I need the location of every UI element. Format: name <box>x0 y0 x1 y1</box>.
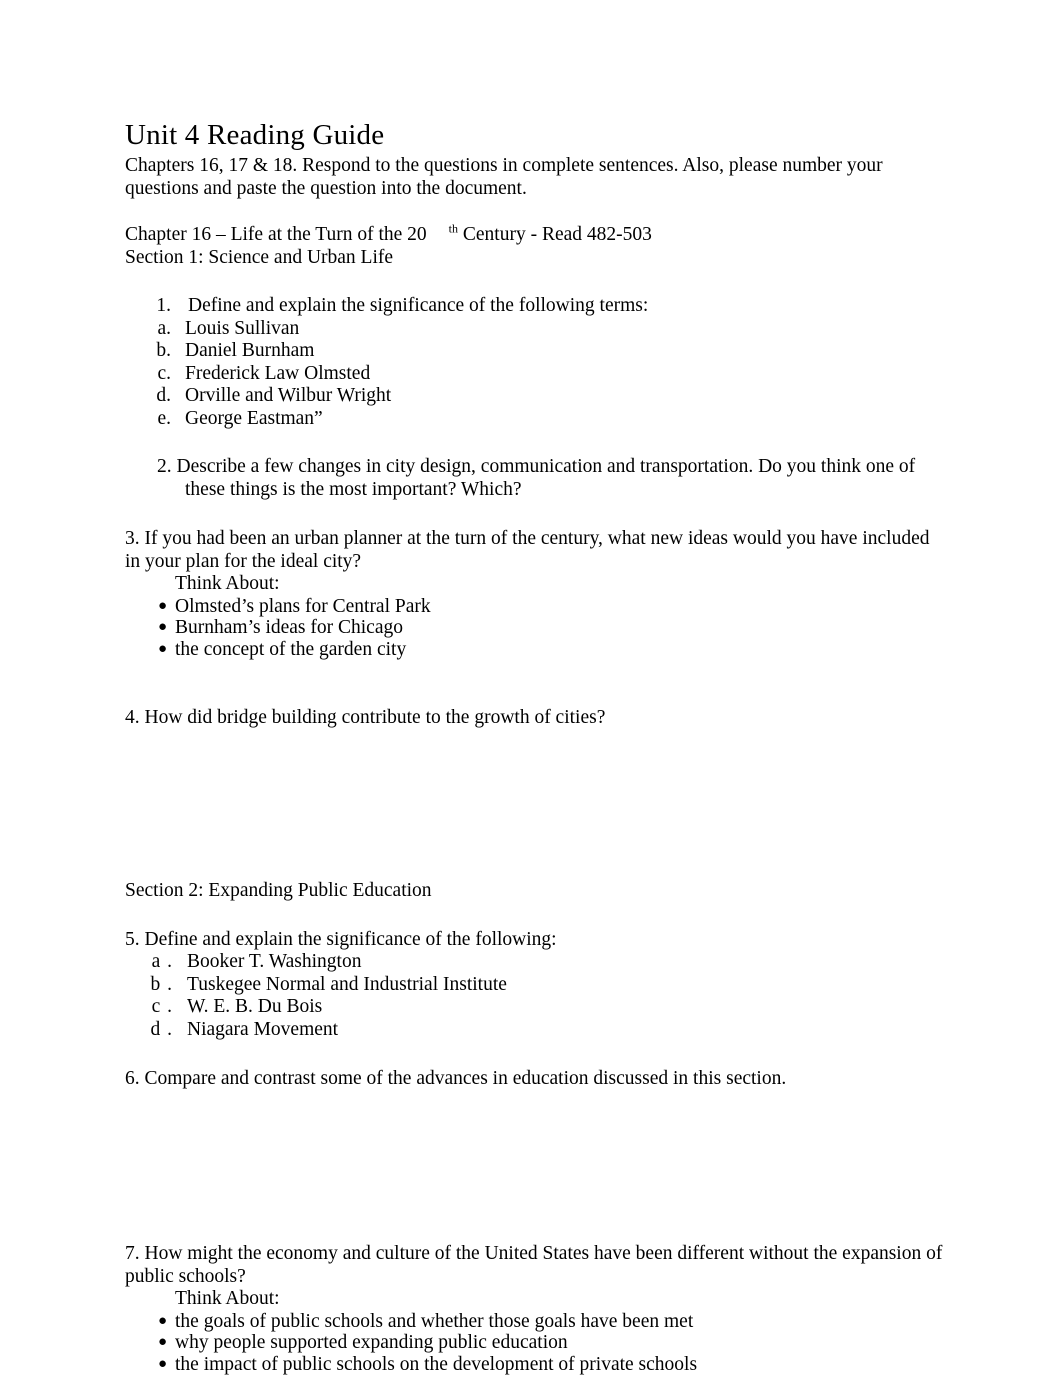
list-item: d. Orville and Wilbur Wright <box>125 385 943 408</box>
chapter-heading-tail: Century - Read 482-503 <box>462 224 652 245</box>
list-item: ● Burnham’s ideas for Chicago <box>125 617 943 639</box>
bullet-icon: ● <box>158 1312 168 1329</box>
question-4: 4. How did bridge building contribute to… <box>125 707 606 728</box>
list-marker: c. <box>157 362 171 384</box>
list-item: c. Frederick Law Olmsted <box>125 363 943 386</box>
chapter-heading: Chapter 16 – Life at the Turn of the 20 t… <box>125 223 943 246</box>
list-item-label: the concept of the garden city <box>175 638 407 660</box>
question-5: 5. Define and explain the significance o… <box>125 929 557 950</box>
list-marker: d . <box>150 1018 173 1040</box>
list-marker: d. <box>156 385 171 406</box>
list-item: c . W. E. B. Du Bois <box>125 996 943 1019</box>
chapter-heading-text: Chapter 16 – Life at the Turn of the 20 <box>125 224 427 245</box>
list-item-label: W. E. B. Du Bois <box>187 996 323 1017</box>
list-item: ● Olmsted’s plans for Central Park <box>125 596 943 618</box>
list-item: b. Daniel Burnham <box>125 340 943 363</box>
question-7: 7. How might the economy and culture of … <box>125 1243 943 1287</box>
question-5-list: a . Booker T. Washington b . Tuskegee Norm… <box>125 951 943 1041</box>
list-item-label: Tuskegee Normal and Industrial Institute <box>187 973 507 995</box>
question-2: 2. Describe a few changes in city design… <box>125 456 943 501</box>
list-item: ● the concept of the garden city <box>125 639 943 661</box>
question-7-bullets: ● the goals of public schools and whether… <box>125 1311 943 1376</box>
list-marker: b . <box>150 973 173 995</box>
list-item-label: Daniel Burnham <box>185 340 315 361</box>
bullet-icon: ● <box>158 597 168 614</box>
list-item: e. George Eastman” <box>125 408 943 431</box>
document-page: Unit 4 Reading Guide Chapters 16, 17 & 1… <box>0 0 1062 1377</box>
list-item: a . Booker T. Washington <box>125 951 943 974</box>
intro-paragraph: Chapters 16, 17 & 18. Respond to the que… <box>125 155 883 199</box>
page-title: Unit 4 Reading Guide <box>125 119 385 151</box>
question-3-bullets: ● Olmsted’s plans for Central Park ● Burnh… <box>125 596 943 661</box>
list-item-label: why people supported expanding public ed… <box>175 1332 568 1353</box>
list-item: b . Tuskegee Normal and Industrial Instit… <box>125 974 943 997</box>
list-item: a. Louis Sullivan <box>125 318 943 341</box>
list-item: ● why people supported expanding public e… <box>125 1332 943 1354</box>
bullet-icon: ● <box>158 1334 168 1350</box>
list-item-label: Burnham’s ideas for Chicago <box>175 617 403 638</box>
question-1-list: 1. Define and explain the significance of… <box>125 295 943 430</box>
list-item-label: Booker T. Washington <box>187 951 362 972</box>
list-item-label: Define and explain the significance of t… <box>188 295 649 316</box>
bullet-icon: ● <box>158 640 168 657</box>
list-item: ● the goals of public schools and whether… <box>125 1311 943 1333</box>
list-item-label: Olmsted’s plans for Central Park <box>175 595 431 617</box>
bullet-icon: ● <box>158 619 168 635</box>
list-item: 1. Define and explain the significance of… <box>125 295 943 318</box>
question-3: 3. If you had been an urban planner at t… <box>125 528 930 572</box>
blank-answer-space <box>125 729 943 879</box>
list-marker: a. <box>157 317 171 339</box>
section-1-heading: Section 1: Science and Urban Life <box>125 247 394 268</box>
blank-answer-space <box>125 1090 943 1242</box>
list-item: d . Niagara Movement <box>125 1019 943 1042</box>
list-item-label: the goals of public schools and whether … <box>175 1310 694 1332</box>
question-6: 6. Compare and contrast some of the adva… <box>125 1068 787 1089</box>
section-2-heading: Section 2: Expanding Public Education <box>125 880 432 901</box>
list-marker: 1. <box>156 295 171 316</box>
list-marker: a . <box>151 951 173 972</box>
list-marker: e. <box>157 407 171 429</box>
list-item-label: Frederick Law Olmsted <box>185 362 371 384</box>
question-2-line-1: 2. Describe a few changes in city design… <box>157 456 916 477</box>
list-marker: c . <box>151 996 173 1017</box>
list-item-label: Niagara Movement <box>187 1018 339 1040</box>
list-item-label: George Eastman” <box>185 407 323 429</box>
list-item-label: Louis Sullivan <box>185 317 300 339</box>
question-3-think-about-label: Think About: <box>175 573 280 594</box>
bullet-icon: ● <box>158 1355 168 1372</box>
question-2-line-2: these things is the most important? Whic… <box>185 478 522 500</box>
list-marker: b. <box>156 340 171 361</box>
list-item-label: the impact of public schools on the deve… <box>175 1353 698 1375</box>
list-item-label: Orville and Wilbur Wright <box>185 385 392 406</box>
list-item: ● the impact of public schools on the dev… <box>125 1354 943 1376</box>
question-7-think-about-label: Think About: <box>175 1288 280 1309</box>
document-body: Unit 4 Reading Guide Chapters 16, 17 & 1… <box>125 118 943 1375</box>
chapter-heading-superscript: th <box>448 221 459 236</box>
